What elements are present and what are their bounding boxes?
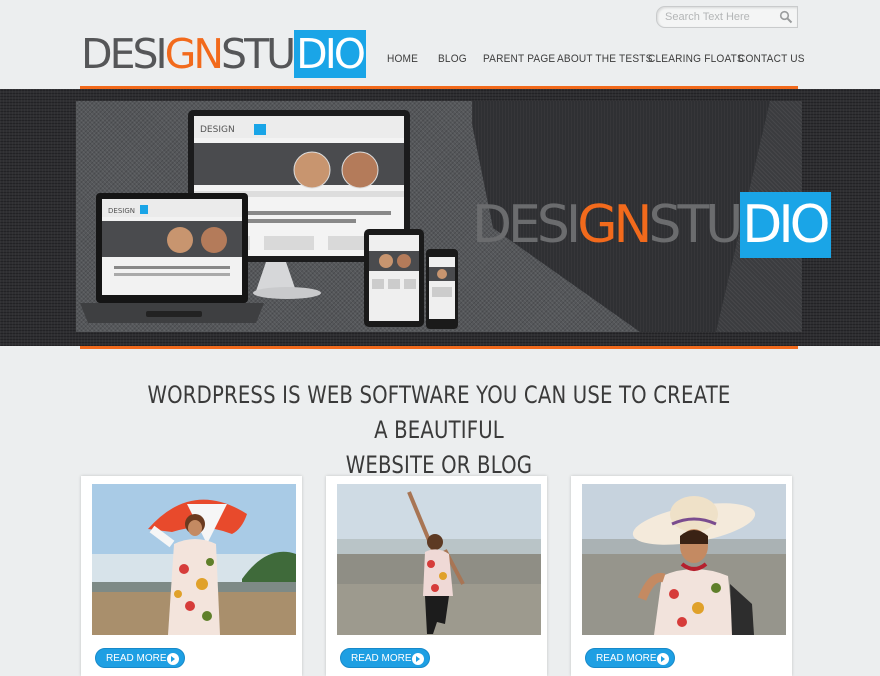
banner-logo-stu: STU (648, 195, 743, 255)
devices-illustration: DESIGN DESIGN (80, 110, 458, 329)
nav-parent-page[interactable]: PARENT PAGE (483, 53, 555, 65)
feature-card: READ MORE (571, 476, 792, 676)
main-nav: HOME BLOG PARENT PAGE ABOUT THE TESTS CL… (0, 53, 880, 69)
card-photo[interactable] (337, 484, 541, 635)
nav-about-the-tests[interactable]: ABOUT THE TESTS (557, 53, 653, 65)
nav-blog[interactable]: BLOG (438, 53, 467, 65)
banner-logo-dio: DIO (740, 192, 831, 258)
banner-divider (80, 346, 798, 349)
banner-logo: DESI GN STU DIO (472, 192, 831, 258)
arrow-right-icon (167, 653, 179, 665)
arrow-right-icon (657, 653, 669, 665)
read-more-button[interactable]: READ MORE (95, 648, 185, 668)
feature-card: READ MORE (326, 476, 547, 676)
nav-contact-us[interactable]: CONTACT US (738, 53, 805, 65)
arrow-right-icon (412, 653, 424, 665)
search-icon[interactable] (779, 10, 793, 24)
read-more-button[interactable]: READ MORE (585, 648, 675, 668)
nav-clearing-floats[interactable]: CLEARING FLOATS (648, 53, 744, 65)
search-input[interactable] (665, 9, 773, 24)
intro-headline: WORDPRESS IS WEB SOFTWARE YOU CAN USE TO… (145, 378, 734, 483)
card-photo[interactable] (92, 484, 296, 635)
search-box[interactable] (656, 6, 798, 28)
read-more-button[interactable]: READ MORE (340, 648, 430, 668)
banner-logo-design: DESI (472, 195, 581, 255)
svg-text:DESIGN: DESIGN (200, 125, 235, 135)
feature-card: READ MORE (81, 476, 302, 676)
nav-home[interactable]: HOME (387, 53, 418, 65)
banner-logo-gn: GN (577, 195, 652, 255)
headline-line-1: WORDPRESS IS WEB SOFTWARE YOU CAN USE TO… (147, 381, 731, 444)
card-photo[interactable] (582, 484, 786, 635)
svg-text:DESIGN: DESIGN (108, 207, 135, 215)
